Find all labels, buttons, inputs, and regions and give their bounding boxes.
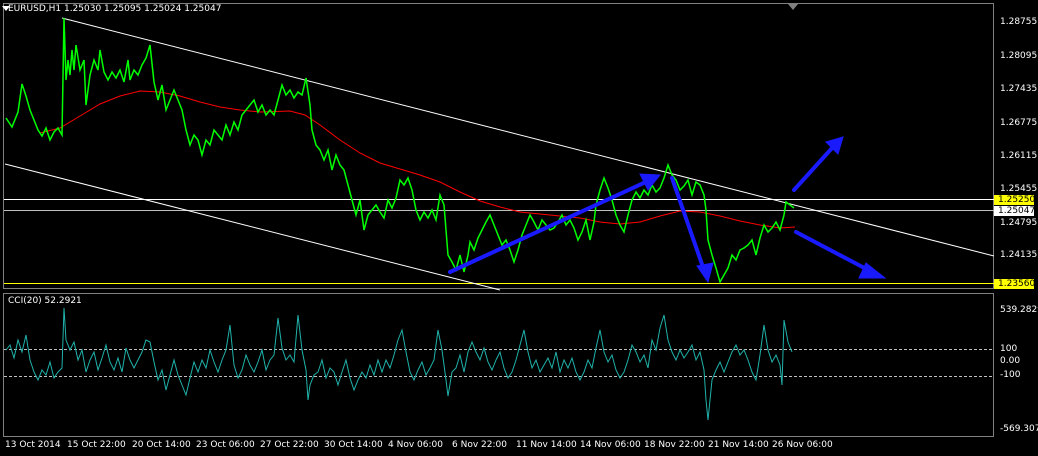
cci-max-label: 539.2829	[1000, 305, 1038, 315]
time-tick: 27 Oct 22:00	[260, 440, 319, 450]
time-tick: 15 Oct 22:00	[67, 440, 126, 450]
time-tick: 20 Oct 14:00	[132, 440, 191, 450]
cci-level-label: 100	[1000, 344, 1018, 354]
price-tick: 1.28095	[1000, 51, 1038, 61]
cci-header: CCI(20) 52.2921	[8, 296, 82, 306]
current-price-label: 1.25047	[994, 206, 1035, 216]
price-line	[5, 17, 795, 284]
time-tick: 6 Nov 22:00	[452, 440, 507, 450]
arrow-down-drop[interactable]	[670, 176, 706, 272]
arrow-breakout-up[interactable]	[792, 145, 835, 192]
time-tick: 26 Nov 06:00	[772, 440, 833, 450]
cci-line	[5, 307, 793, 421]
arrowhead-down-drop	[696, 262, 714, 284]
time-tick: 14 Nov 06:00	[580, 440, 641, 450]
chart-canvas	[3, 3, 995, 437]
price-tick: 1.26115	[1000, 151, 1038, 161]
low-level-price-label: 1.23560	[994, 279, 1035, 289]
cci-min-label: -569.3071	[1000, 424, 1038, 434]
main-chart-frame	[3, 3, 994, 289]
symbol-header: EURUSD,H1 1.25030 1.25095 1.25024 1.2504…	[8, 4, 222, 14]
time-tick: 21 Nov 14:00	[708, 440, 769, 450]
time-tick: 11 Nov 14:00	[516, 440, 577, 450]
price-tick: 1.27435	[1000, 84, 1038, 94]
time-tick: 18 Nov 22:00	[644, 440, 705, 450]
cci-level-label: -100	[1000, 370, 1021, 380]
high-level-price-label: 1.25250	[994, 195, 1035, 205]
price-tick: 1.26775	[1000, 118, 1038, 128]
price-tick: 1.24135	[1000, 250, 1038, 260]
price-tick: 1.28755	[1000, 17, 1038, 27]
price-tick: 1.24795	[1000, 218, 1038, 228]
indicator-frame	[3, 293, 994, 437]
price-tick: 1.25455	[1000, 184, 1038, 194]
arrow-up-channel[interactable]	[448, 179, 650, 274]
time-tick: 4 Nov 06:00	[388, 440, 443, 450]
time-tick: 13 Oct 2014	[5, 440, 61, 450]
arrow-breakdown-down[interactable]	[794, 230, 874, 274]
cci-level-label: 0.00	[1000, 356, 1021, 366]
channel-lower-line[interactable]	[4, 163, 501, 291]
time-tick: 30 Oct 14:00	[324, 440, 383, 450]
chart-shift-marker-icon[interactable]	[788, 4, 798, 10]
time-tick: 23 Oct 06:00	[196, 440, 255, 450]
